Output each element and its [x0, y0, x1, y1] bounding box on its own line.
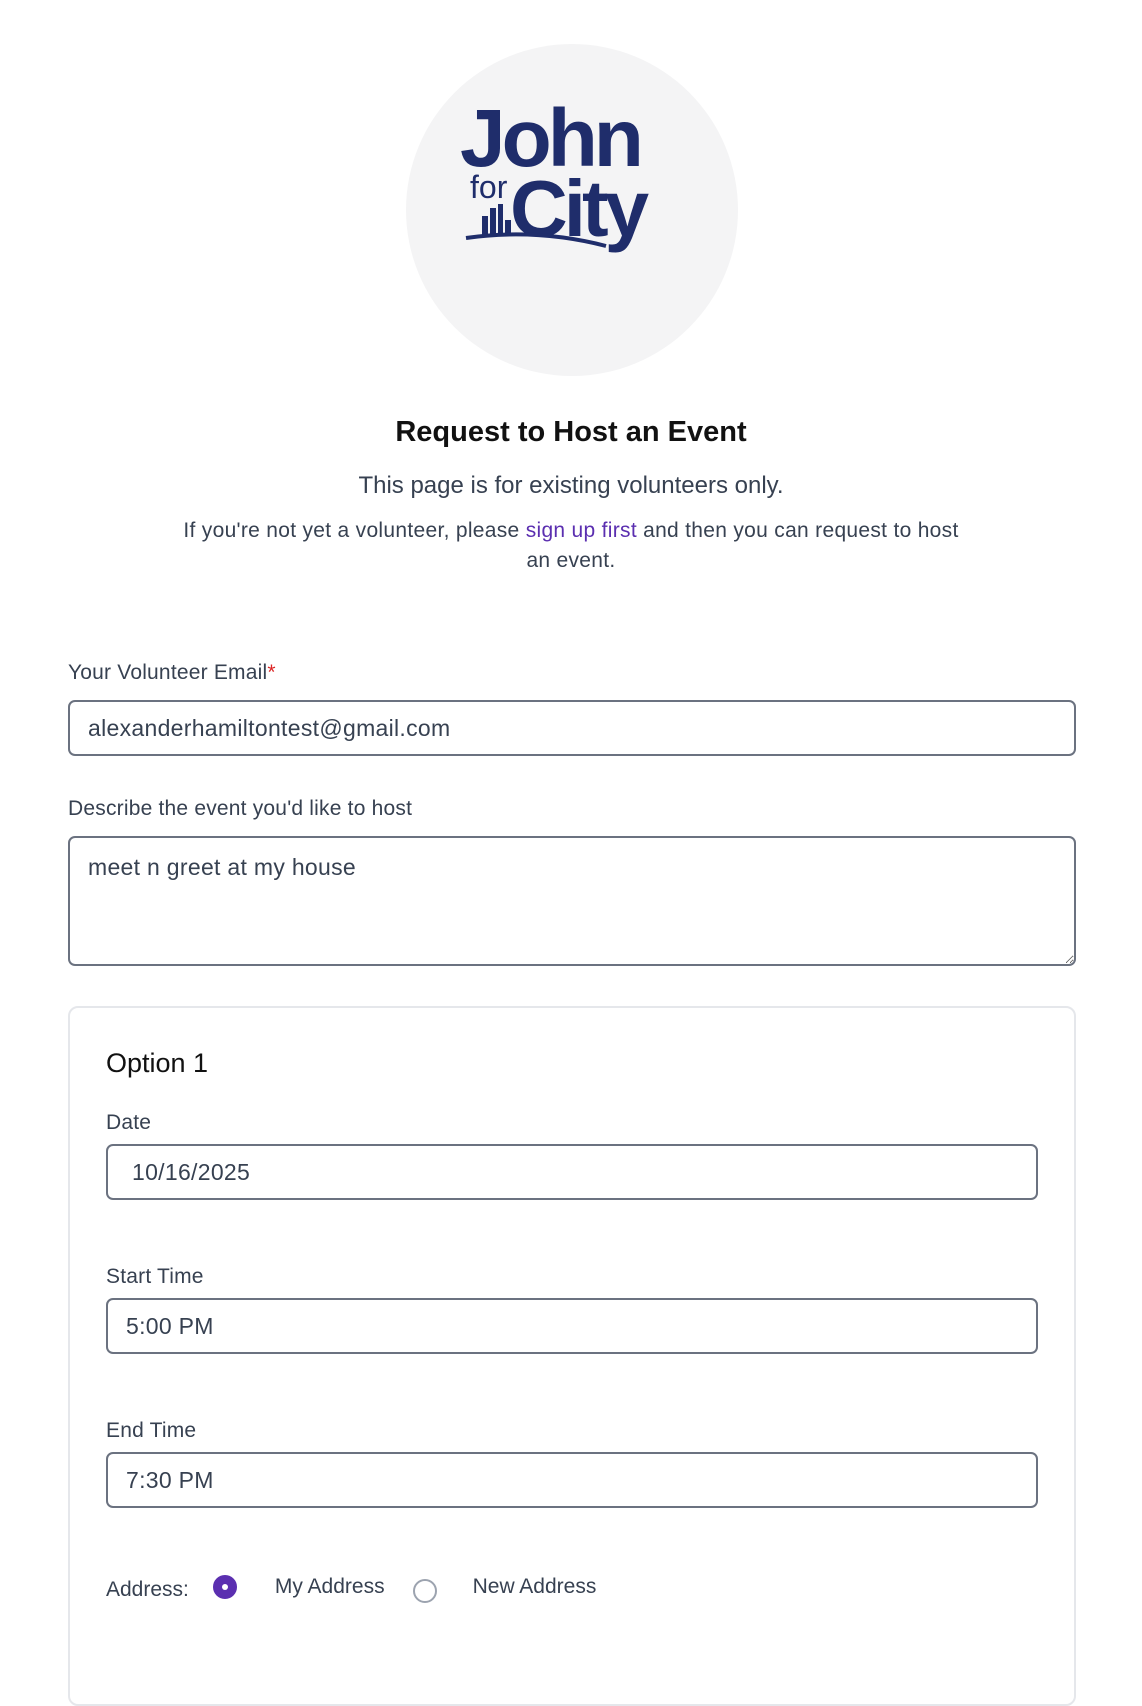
- my-address-radio[interactable]: [212, 1575, 237, 1599]
- intro-text-before: If you're not yet a volunteer, please: [183, 519, 526, 542]
- new-address-radio[interactable]: [412, 1579, 437, 1603]
- page-subtitle: This page is for existing volunteers onl…: [358, 472, 784, 499]
- page-title: Request to Host an Event: [395, 416, 747, 448]
- my-address-option-label[interactable]: My Address: [275, 1575, 385, 1599]
- campaign-logo: John for City: [460, 93, 654, 253]
- date-label: Date: [106, 1111, 152, 1134]
- email-field[interactable]: [68, 700, 1076, 756]
- logo-text-for: for: [470, 169, 508, 205]
- new-address-option-label[interactable]: New Address: [473, 1575, 597, 1599]
- skyline-icon: [482, 204, 511, 236]
- email-label: Your Volunteer Email*: [68, 660, 276, 686]
- address-label: Address:: [106, 1578, 189, 1601]
- event-description-field[interactable]: meet n greet at my house: [68, 836, 1076, 966]
- sign-up-link[interactable]: sign up first: [526, 519, 637, 542]
- date-field[interactable]: [106, 1144, 1038, 1200]
- end-time-label: End Time: [106, 1419, 197, 1442]
- start-time-label: Start Time: [106, 1265, 204, 1288]
- option-title: Option 1: [106, 1048, 209, 1078]
- email-label-text: Your Volunteer Email: [68, 661, 268, 684]
- intro-text: If you're not yet a volunteer, please si…: [180, 516, 962, 576]
- end-time-field[interactable]: [106, 1452, 1038, 1508]
- describe-label: Describe the event you'd like to host: [68, 797, 413, 820]
- start-time-field[interactable]: [106, 1298, 1038, 1354]
- required-marker: *: [267, 661, 276, 684]
- address-radio-group: Address: My Address New Address: [106, 1570, 596, 1604]
